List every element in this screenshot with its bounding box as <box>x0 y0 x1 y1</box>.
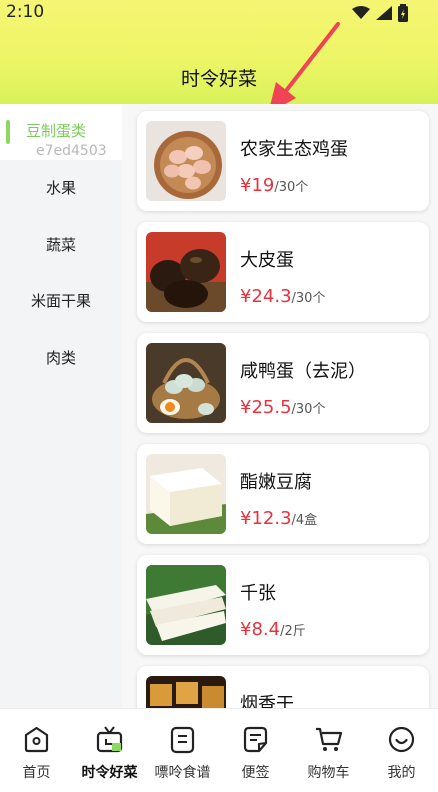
product-name: 烟香干 <box>240 694 294 708</box>
tab-cart[interactable]: 购物车 <box>292 709 365 792</box>
product-unit: /4盒 <box>291 513 318 528</box>
product-card[interactable]: 千张 ¥8.4/2斤 <box>137 555 429 655</box>
tab-label: 购物车 <box>307 765 350 781</box>
product-card[interactable]: 烟香干 <box>137 666 429 708</box>
tab-profile[interactable]: 我的 <box>365 709 438 792</box>
price-row: ¥8.4/2斤 <box>240 619 306 640</box>
product-unit: /30个 <box>274 180 309 195</box>
product-card[interactable]: 酯嫩豆腐 ¥12.3/4盒 <box>137 444 429 544</box>
product-price: ¥19 <box>240 175 275 196</box>
product-image <box>146 232 226 312</box>
recipe-icon <box>170 726 195 754</box>
tab-notes[interactable]: 便签 <box>219 709 292 792</box>
sidebar-item-grain-nuts[interactable]: 米面干果 <box>0 273 122 329</box>
annotation-arrow-icon <box>268 22 340 114</box>
status-time: 2:10 <box>6 2 45 22</box>
category-sidebar: 豆制蛋类 e7ed4503 水果 蔬菜 米面干果 肉类 <box>0 104 122 708</box>
product-price: ¥12.3 <box>240 508 292 529</box>
tab-label: 首页 <box>22 765 51 781</box>
signal-icon <box>376 6 392 20</box>
product-image <box>146 343 226 423</box>
sidebar-item-label: 豆制蛋类 <box>26 122 87 140</box>
profile-icon <box>388 726 415 753</box>
price-row: ¥12.3/4盒 <box>240 508 317 529</box>
product-image <box>146 565 226 645</box>
product-name: 咸鸭蛋（去泥） <box>240 361 366 382</box>
status-icons <box>352 4 408 22</box>
product-unit: /30个 <box>291 291 326 306</box>
product-name: 千张 <box>240 583 276 604</box>
product-image <box>146 454 226 534</box>
sidebar-item-meat[interactable]: 肉类 <box>0 330 122 386</box>
price-row: ¥19/30个 <box>240 175 308 196</box>
sidebar-item-fruit[interactable]: 水果 <box>0 160 122 216</box>
tab-recipes[interactable]: 嘌呤食谱 <box>146 709 219 792</box>
product-card[interactable]: 咸鸭蛋（去泥） ¥25.5/30个 <box>137 333 429 433</box>
product-image <box>146 676 226 708</box>
tab-seasonal[interactable]: 时令好菜 <box>73 709 146 792</box>
tab-label: 便签 <box>241 765 270 781</box>
product-card[interactable]: 大皮蛋 ¥24.3/30个 <box>137 222 429 322</box>
active-indicator <box>6 120 10 144</box>
product-unit: /30个 <box>291 402 326 417</box>
product-price: ¥24.3 <box>240 286 292 307</box>
battery-icon <box>398 4 408 22</box>
home-icon <box>24 726 49 753</box>
sidebar-item-egg-tofu[interactable]: 豆制蛋类 e7ed4503 <box>0 104 122 160</box>
note-icon <box>243 726 268 753</box>
product-image <box>146 121 226 201</box>
product-price: ¥25.5 <box>240 397 292 418</box>
product-name: 农家生态鸡蛋 <box>240 139 348 160</box>
price-row: ¥24.3/30个 <box>240 286 325 307</box>
price-row: ¥25.5/30个 <box>240 397 325 418</box>
page-title: 时令好菜 <box>180 68 257 90</box>
header-bar: 2:10 时令好菜 <box>0 0 438 114</box>
debug-code-text: e7ed4503 <box>36 143 107 159</box>
tab-home[interactable]: 首页 <box>0 709 73 792</box>
tab-label: 时令好菜 <box>81 765 138 781</box>
sidebar-item-vegetable[interactable]: 蔬菜 <box>0 217 122 273</box>
cart-icon <box>316 727 343 751</box>
tab-label: 嘌呤食谱 <box>154 765 211 781</box>
status-bar: 2:10 <box>0 0 438 26</box>
tv-icon <box>96 726 123 753</box>
product-name: 酯嫩豆腐 <box>240 472 312 493</box>
product-unit: /2斤 <box>280 624 306 639</box>
product-list[interactable]: 农家生态鸡蛋 ¥19/30个 大皮蛋 ¥24.3/30个 咸鸭蛋（去泥） ¥25… <box>122 104 438 708</box>
product-name: 大皮蛋 <box>240 250 294 271</box>
product-card[interactable]: 农家生态鸡蛋 ¥19/30个 <box>137 111 429 211</box>
bottom-tab-bar: 首页 时令好菜 嘌呤食谱 便签 购物车 我的 <box>0 708 438 792</box>
wifi-icon <box>352 6 370 19</box>
tab-label: 我的 <box>387 765 416 781</box>
product-price: ¥8.4 <box>240 619 281 640</box>
